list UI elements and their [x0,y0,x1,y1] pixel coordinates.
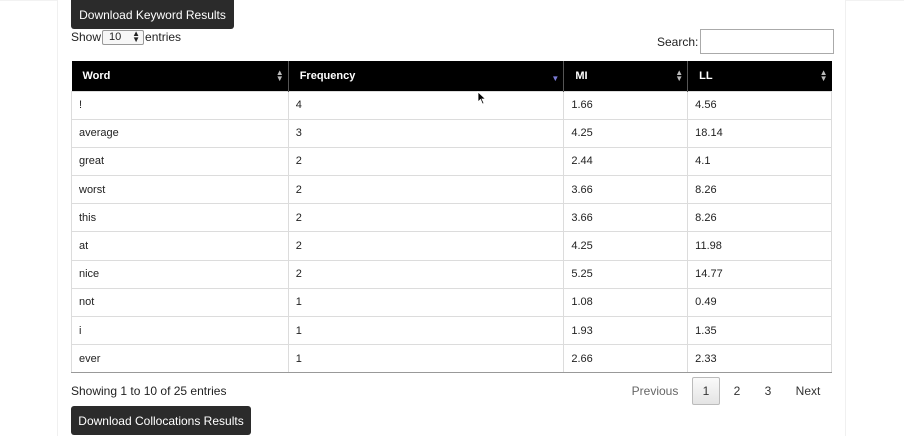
download-collocations-results-button[interactable]: Download Collocations Results [71,406,251,435]
updown-arrow-icon: ▲ ▼ [132,29,141,44]
pagination-next[interactable]: Next [786,377,830,405]
cell-ll: 4.56 [687,90,832,120]
search-control: Search: [657,29,835,54]
cell-ll: 14.77 [687,259,832,289]
column-header-mi[interactable]: MI ▲ ▼ [563,61,689,91]
show-label: Show [71,30,102,44]
cell-word: at [71,231,289,261]
cell-ll: 1.35 [687,315,832,346]
pagination-previous[interactable]: Previous [622,377,688,405]
cell-mi: 2.66 [563,344,689,374]
cell-frequency: 4 [287,90,565,120]
cell-ll: 11.98 [687,231,832,261]
cell-ll: 8.26 [687,175,832,205]
pagination-page-2[interactable]: 2 [724,377,750,405]
table-row: ! 4 1.66 4.56 [71,90,832,120]
table-row: this 2 3.66 8.26 [71,203,832,233]
search-label: Search: [657,34,699,49]
cell-ll: 0.49 [687,287,832,318]
table-row: nice 2 5.25 14.77 [71,259,832,289]
column-header-frequency[interactable]: Frequency ▼ [288,61,565,91]
cell-word: ! [71,90,289,120]
results-table: Word ▲ ▼ Frequency ▼ MI ▲ ▼ LL ▲ ▼ ! 4 1.66 4.… [71,61,832,374]
cell-mi: 4.25 [563,118,689,148]
cell-frequency: 1 [287,344,565,374]
pagination-page-1[interactable]: 1 [692,377,720,405]
cell-frequency: 2 [287,203,565,233]
download-keyword-results-button[interactable]: Download Keyword Results [71,0,234,29]
table-row: great 2 2.44 4.1 [71,146,832,177]
mouse-pointer-icon [477,91,487,105]
column-header-ll[interactable]: LL ▲ ▼ [687,61,832,91]
cell-word: nice [71,259,289,289]
cell-mi: 3.66 [563,203,689,233]
cell-frequency: 1 [287,315,565,346]
sort-both-icon: ▲ ▼ [819,68,828,83]
cell-mi: 1.93 [563,315,689,346]
cell-ll: 18.14 [687,118,832,148]
cell-word: ever [71,344,289,374]
cell-mi: 4.25 [563,231,689,261]
length-control: Show 10 ▲ ▼ entries [71,29,182,45]
table-row: worst 2 3.66 8.26 [71,175,832,205]
table-row: not 1 1.08 0.49 [71,287,832,318]
cell-word: great [71,146,289,177]
cell-frequency: 2 [287,175,565,205]
search-input[interactable] [700,29,835,54]
sort-both-icon: ▲ ▼ [275,68,284,83]
cell-ll: 2.33 [687,344,832,374]
cell-mi: 1.66 [563,90,689,120]
pagination-page-3[interactable]: 3 [755,377,781,405]
sort-both-icon: ▲ ▼ [675,68,684,83]
entries-select[interactable]: 10 ▲ ▼ [102,29,145,45]
cell-frequency: 2 [287,259,565,289]
table-header-row: Word ▲ ▼ Frequency ▼ MI ▲ ▼ LL ▲ ▼ [71,61,832,91]
cell-word: i [71,315,289,346]
table-row: at 2 4.25 11.98 [71,231,832,261]
entries-label: entries [145,30,182,44]
cell-ll: 4.1 [687,146,832,177]
cell-mi: 3.66 [563,175,689,205]
column-header-word[interactable]: Word ▲ ▼ [71,61,289,91]
cell-frequency: 2 [287,146,565,177]
cell-frequency: 1 [287,287,565,318]
table-row: average 3 4.25 18.14 [71,118,832,148]
cell-word: not [71,287,289,318]
cell-word: worst [71,175,289,205]
cell-frequency: 3 [287,118,565,148]
cell-ll: 8.26 [687,203,832,233]
cell-mi: 5.25 [563,259,689,289]
cell-word: average [71,118,289,148]
cell-word: this [71,203,289,233]
entries-select-value: 10 [109,31,122,43]
table-row: i 1 1.93 1.35 [71,315,832,346]
sort-descending-icon: ▼ [551,74,560,83]
table-row: ever 1 2.66 2.33 [71,344,832,374]
cell-mi: 1.08 [563,287,689,318]
table-info: Showing 1 to 10 of 25 entries [71,384,227,398]
cell-mi: 2.44 [563,146,689,177]
cell-frequency: 2 [287,231,565,261]
